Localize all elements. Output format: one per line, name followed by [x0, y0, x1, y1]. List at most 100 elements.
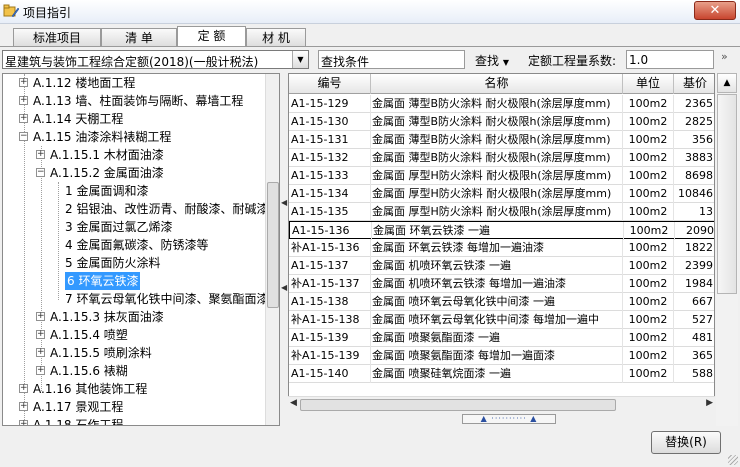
table-row[interactable]: A1-15-139 金属面 喷聚氨酯面漆 一遍 100m2 481 — [289, 329, 714, 347]
table-row[interactable]: A1-15-132 金属面 薄型B防火涂料 耐火极限h(涂层厚度mm) 100m2 3… — [289, 149, 714, 167]
chevron-down-icon: ▼ — [502, 58, 509, 67]
title-bar: 项目指引 ✕ — [0, 0, 740, 24]
cell-unit: 100m2 — [623, 293, 674, 311]
quota-library-select[interactable]: 星建筑与装饰工程综合定额(2018)(一般计税法) ▼ — [2, 50, 309, 69]
cell-name: 金属面 薄型B防火涂料 耐火极限h(涂层厚度mm) — [371, 113, 623, 131]
expand-icon[interactable]: + — [19, 420, 28, 425]
table-row[interactable]: A1-15-129 金属面 薄型B防火涂料 耐火极限h(涂层厚度mm) 100m2 2… — [289, 95, 714, 113]
cell-price: 13 — [674, 203, 714, 221]
table-row[interactable]: 补A1-15-136 金属面 环氧云铁漆 每增加一遍油漆 100m2 1822 — [289, 239, 714, 257]
tree-item-label: A.1.16 其他装饰工程 — [33, 382, 148, 396]
table-row[interactable]: A1-15-136 金属面 环氧云铁漆 一遍 100m2 2090 — [289, 221, 714, 240]
table-row[interactable]: A1-15-135 金属面 厚型H防火涂料 耐火极限h(涂层厚度mm) 100m2 1… — [289, 203, 714, 221]
column-header-name[interactable]: 名称 — [371, 74, 623, 94]
arrow-left-icon[interactable]: ◀ — [290, 398, 297, 408]
grid-horizontal-scrollbar[interactable]: ◀ ▶ — [288, 396, 715, 413]
cell-price: 1984 — [674, 275, 714, 293]
chevron-down-icon[interactable]: ▼ — [292, 51, 308, 68]
find-label: 查找 — [475, 54, 500, 68]
cell-code: A1-15-130 — [289, 113, 371, 131]
table-row[interactable]: A1-15-130 金属面 薄型B防火涂料 耐火极限h(涂层厚度mm) 100m2 2… — [289, 113, 714, 131]
table-row[interactable]: 补A1-15-137 金属面 机喷环氧云铁漆 每增加一遍油漆 100m2 1984 — [289, 275, 714, 293]
arrow-up-icon[interactable]: ▲ — [717, 73, 737, 93]
find-button[interactable]: 查找 ▼ — [475, 52, 509, 69]
arrow-left-icon[interactable]: ◀ — [281, 198, 287, 207]
folder-pencil-icon — [3, 4, 19, 18]
table-row[interactable]: A1-15-133 金属面 厚型H防火涂料 耐火极限h(涂层厚度mm) 100m2 8… — [289, 167, 714, 185]
arrow-right-icon[interactable]: ▶ — [706, 398, 713, 408]
tree-item-label: A.1.15.1 木材面油漆 — [50, 148, 164, 162]
table-row[interactable]: A1-15-138 金属面 喷环氧云母氧化铁中间漆 一遍 100m2 667 — [289, 293, 714, 311]
column-header-unit[interactable]: 单位 — [623, 74, 674, 94]
cell-unit: 100m2 — [623, 185, 674, 203]
tree-scroll-thumb[interactable] — [267, 182, 279, 308]
window-scroll-thumb[interactable] — [717, 94, 737, 294]
cell-name: 金属面 喷聚氨酯面漆 一遍 — [371, 329, 623, 347]
close-icon: ✕ — [709, 3, 721, 18]
tab-bar: 标准项目 清 单 定 额 材 机 — [0, 25, 740, 47]
expand-chevron-icon[interactable]: » — [721, 50, 728, 63]
window-vertical-scrollbar[interactable]: ▲ — [716, 73, 738, 426]
grid-hscroll-thumb[interactable] — [300, 399, 616, 411]
cell-name: 金属面 喷环氧云母氧化铁中间漆 每增加一遍中 — [371, 311, 623, 329]
tab-bill[interactable]: 清 单 — [101, 28, 177, 47]
cell-code: A1-15-137 — [289, 257, 371, 275]
tab-materials[interactable]: 材 机 — [246, 28, 306, 47]
cell-unit: 100m2 — [623, 131, 674, 149]
column-header-code[interactable]: 编号 — [289, 74, 371, 94]
expand-icon[interactable]: + — [19, 402, 28, 411]
cell-name: 金属面 环氧云铁漆 一遍 — [372, 222, 624, 240]
cell-code: A1-15-140 — [289, 365, 371, 383]
table-row[interactable]: A1-15-134 金属面 厚型H防火涂料 耐火极限h(涂层厚度mm) 100m2 1… — [289, 185, 714, 203]
expand-icon[interactable]: + — [19, 96, 28, 105]
column-header-price[interactable]: 基价 — [674, 74, 714, 94]
search-input[interactable]: 查找条件 — [318, 50, 465, 69]
cell-name: 金属面 机喷环氧云铁漆 一遍 — [371, 257, 623, 275]
collapse-icon[interactable]: − — [19, 132, 28, 141]
tree-item-label: A.1.18 石作工程 — [33, 418, 124, 426]
cell-code: A1-15-138 — [289, 293, 371, 311]
expand-icon[interactable]: + — [19, 384, 28, 393]
cell-unit: 100m2 — [624, 222, 675, 240]
collapse-icon[interactable]: − — [36, 168, 45, 177]
cell-unit: 100m2 — [623, 275, 674, 293]
panel-splitter[interactable]: ◀ ◀ — [281, 73, 288, 426]
expand-icon[interactable]: + — [36, 312, 45, 321]
arrow-left-icon[interactable]: ◀ — [281, 283, 287, 292]
table-row[interactable]: A1-15-137 金属面 机喷环氧云铁漆 一遍 100m2 2399 — [289, 257, 714, 275]
tree-item-label: 4 金属面氟碳漆、防锈漆等 — [65, 238, 209, 252]
window-resize-grip-icon[interactable] — [728, 455, 738, 465]
resize-grip[interactable]: ▲ ·········· ▲ — [462, 414, 556, 424]
quota-library-value: 星建筑与装饰工程综合定额(2018)(一般计税法) — [5, 55, 259, 69]
cell-unit: 100m2 — [623, 203, 674, 221]
cell-price: 2090 — [675, 222, 714, 240]
tree-scrollbar[interactable] — [265, 74, 279, 425]
cell-unit: 100m2 — [623, 167, 674, 185]
cell-code: A1-15-131 — [289, 131, 371, 149]
expand-icon[interactable]: + — [36, 330, 45, 339]
window-title: 项目指引 — [23, 6, 72, 20]
expand-icon[interactable]: + — [36, 150, 45, 159]
cell-price: 2399 — [674, 257, 714, 275]
cell-price: 365 — [674, 347, 714, 365]
cell-unit: 100m2 — [623, 95, 674, 113]
tree-item-label: 7 环氧云母氧化铁中间漆、聚氨酯面漆 — [65, 292, 269, 306]
coefficient-input[interactable]: 1.0 — [626, 50, 714, 69]
table-row[interactable]: 补A1-15-138 金属面 喷环氧云母氧化铁中间漆 每增加一遍中 100m2 527 — [289, 311, 714, 329]
table-row[interactable]: A1-15-131 金属面 薄型B防火涂料 耐火极限h(涂层厚度mm) 100m2 3… — [289, 131, 714, 149]
tree-item-label: 2 铝银油、改性沥青、耐酸漆、耐碱漆 — [65, 202, 269, 216]
replace-button[interactable]: 替换(R) — [651, 431, 721, 454]
expand-icon[interactable]: + — [19, 114, 28, 123]
tab-quota[interactable]: 定 额 — [177, 26, 246, 47]
table-row[interactable]: A1-15-140 金属面 喷聚硅氧烷面漆 一遍 100m2 588 — [289, 365, 714, 383]
table-row[interactable]: 补A1-15-139 金属面 喷聚氨酯面漆 每增加一遍面漆 100m2 365 — [289, 347, 714, 365]
expand-icon[interactable]: + — [19, 78, 28, 87]
tree-item-label: A.1.15.4 喷塑 — [50, 328, 128, 342]
toolbar: 星建筑与装饰工程综合定额(2018)(一般计税法) ▼ 查找条件 查找 ▼ 定额… — [0, 48, 740, 72]
expand-icon[interactable]: + — [36, 366, 45, 375]
cell-unit: 100m2 — [623, 365, 674, 383]
tab-standard-items[interactable]: 标准项目 — [13, 28, 101, 47]
expand-icon[interactable]: + — [36, 348, 45, 357]
cell-price: 10846 — [674, 185, 714, 203]
close-button[interactable]: ✕ — [694, 1, 736, 20]
